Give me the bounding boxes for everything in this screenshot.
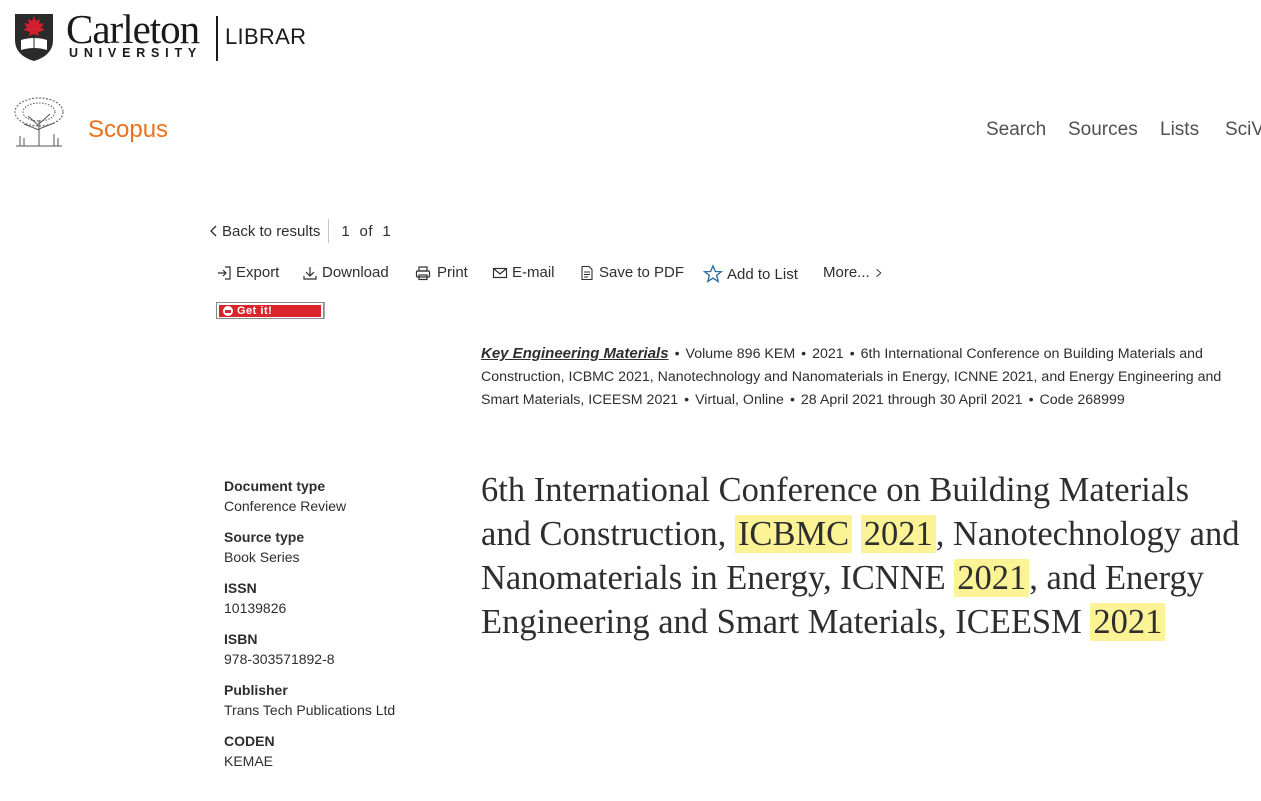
search-highlight: ICBMC xyxy=(734,515,853,553)
chevron-right-icon xyxy=(875,268,882,277)
separator-dot: • xyxy=(801,346,807,362)
envelope-icon xyxy=(492,267,508,278)
source-code: Code 268999 xyxy=(1039,392,1125,408)
get-it-icon xyxy=(223,305,233,316)
back-to-results-link[interactable]: Back to results xyxy=(210,223,320,240)
meta-label: ISSN xyxy=(224,580,257,596)
meta-value: 10139826 xyxy=(224,600,287,616)
add-to-list-button[interactable]: Add to List xyxy=(703,264,798,284)
back-to-results-label: Back to results xyxy=(222,222,321,240)
download-label: Download xyxy=(322,264,389,281)
results-navigation: Back to results 1 of 1 xyxy=(210,219,391,243)
save-to-pdf-label: Save to PDF xyxy=(599,264,685,281)
nav-divider xyxy=(328,219,330,243)
meta-document-type: Document type Conference Review xyxy=(224,477,464,517)
separator-dot: • xyxy=(684,392,690,408)
source-volume: Volume 896 KEM xyxy=(685,346,796,362)
separator-dot: • xyxy=(849,346,855,362)
meta-label: ISBN xyxy=(224,631,258,647)
source-title-link[interactable]: Key Engineering Materials xyxy=(481,345,669,362)
meta-publisher: Publisher Trans Tech Publications Ltd xyxy=(224,681,464,721)
get-it-divider xyxy=(324,302,325,319)
printer-icon xyxy=(415,265,431,280)
save-to-pdf-button[interactable]: Save to PDF xyxy=(579,264,684,281)
meta-value: Trans Tech Publications Ltd xyxy=(224,702,396,718)
more-label: More... xyxy=(823,264,870,281)
meta-source-type: Source type Book Series xyxy=(224,528,464,568)
separator-dot: • xyxy=(789,392,795,408)
meta-value: Conference Review xyxy=(224,498,347,514)
search-highlight: 2021 xyxy=(860,515,936,553)
download-button[interactable]: Download xyxy=(302,264,389,281)
print-button[interactable]: Print xyxy=(413,264,468,281)
get-it-label: Get it! xyxy=(237,304,273,317)
carleton-university-label: UNIVERSITY xyxy=(69,46,203,60)
nav-search[interactable]: Search xyxy=(986,119,1046,141)
meta-label: Publisher xyxy=(224,682,288,698)
meta-value: KEMAE xyxy=(224,753,274,769)
download-icon xyxy=(303,266,317,280)
email-label: E-mail xyxy=(512,264,555,281)
separator-dot: • xyxy=(674,346,680,362)
scopus-logo-text[interactable]: Scopus xyxy=(88,116,168,144)
pdf-file-icon xyxy=(581,265,593,280)
separator-dot: • xyxy=(1028,392,1034,408)
carleton-crest-icon xyxy=(15,14,53,61)
print-label: Print xyxy=(437,264,468,281)
get-it-badge: Get it! xyxy=(219,304,321,317)
document-title: 6th International Conference on Building… xyxy=(481,468,1241,644)
nav-lists[interactable]: Lists xyxy=(1160,119,1199,141)
add-to-list-label: Add to List xyxy=(727,265,798,283)
result-pager: 1 of 1 xyxy=(341,222,392,240)
source-year: 2021 xyxy=(812,346,844,362)
export-label: Export xyxy=(236,264,280,281)
nav-scival[interactable]: SciVal xyxy=(1225,119,1261,141)
library-label[interactable]: LIBRARY xyxy=(225,24,305,50)
document-metadata: Document type Conference Review Source t… xyxy=(224,477,464,783)
more-button[interactable]: More... xyxy=(823,264,884,281)
get-it-button[interactable]: Get it! xyxy=(216,302,324,319)
chevron-left-icon xyxy=(210,225,217,237)
search-highlight: 2021 xyxy=(1090,603,1166,641)
source-location: Virtual, Online xyxy=(695,392,784,408)
nav-sources[interactable]: Sources xyxy=(1068,119,1138,141)
meta-coden: CODEN KEMAE xyxy=(224,732,464,772)
export-button[interactable]: Export xyxy=(216,264,279,281)
search-highlight: 2021 xyxy=(954,559,1030,597)
header-divider xyxy=(216,16,218,61)
source-details: Key Engineering Materials • Volume 896 KEM… xyxy=(481,342,1241,412)
export-icon xyxy=(218,265,231,280)
meta-label: Document type xyxy=(224,478,326,494)
meta-label: Source type xyxy=(224,529,305,545)
meta-issn: ISSN 10139826 xyxy=(224,579,464,619)
meta-value: 978-303571892-8 xyxy=(224,651,335,667)
elsevier-tree-icon[interactable] xyxy=(10,96,68,148)
star-icon xyxy=(703,264,723,284)
meta-label: CODEN xyxy=(224,733,275,749)
source-dates: 28 April 2021 through 30 April 2021 xyxy=(800,392,1023,408)
meta-value: Book Series xyxy=(224,549,300,565)
email-button[interactable]: E-mail xyxy=(492,264,555,281)
meta-isbn: ISBN 978-303571892-8 xyxy=(224,630,464,670)
